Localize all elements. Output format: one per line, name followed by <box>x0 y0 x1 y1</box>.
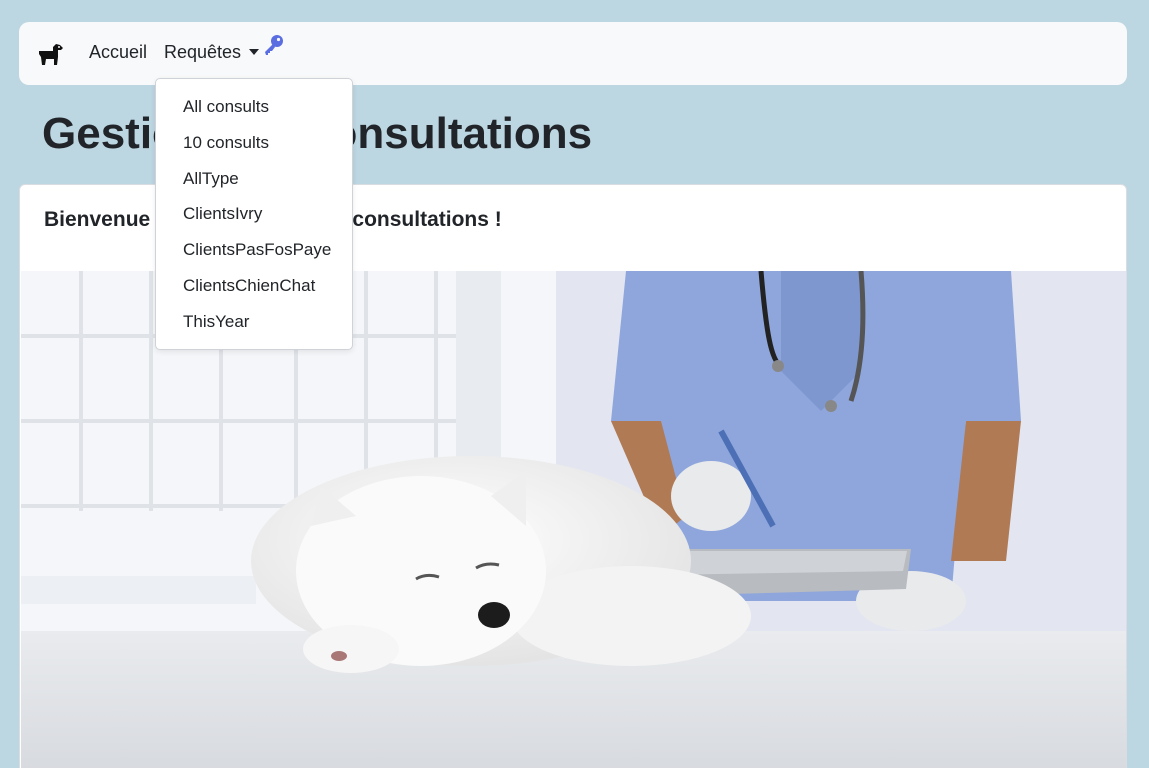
key-icon[interactable] <box>263 34 285 56</box>
dropdown-item-this-year[interactable]: ThisYear <box>183 312 249 332</box>
dropdown-item-alltype[interactable]: AllType <box>183 169 239 189</box>
nav-requests-dropdown-toggle[interactable]: Requêtes <box>164 42 260 63</box>
dropdown-item-clients-pas-fos-paye[interactable]: ClientsPasFosPaye <box>183 240 331 260</box>
dropdown-item-clients-ivry[interactable]: ClientsIvry <box>183 204 262 224</box>
dog-icon[interactable] <box>36 41 64 67</box>
nav-home[interactable]: Accueil <box>89 42 147 63</box>
dropdown-item-clients-chien-chat[interactable]: ClientsChienChat <box>183 276 315 296</box>
nav-requests-label: Requêtes <box>164 42 242 62</box>
navbar: Accueil Requêtes <box>19 22 1127 85</box>
requests-dropdown-menu: All consults 10 consults AllType Clients… <box>155 78 353 350</box>
dropdown-item-10-consults[interactable]: 10 consults <box>183 133 269 153</box>
caret-down-icon <box>249 49 260 55</box>
dropdown-item-all-consults[interactable]: All consults <box>183 97 269 117</box>
